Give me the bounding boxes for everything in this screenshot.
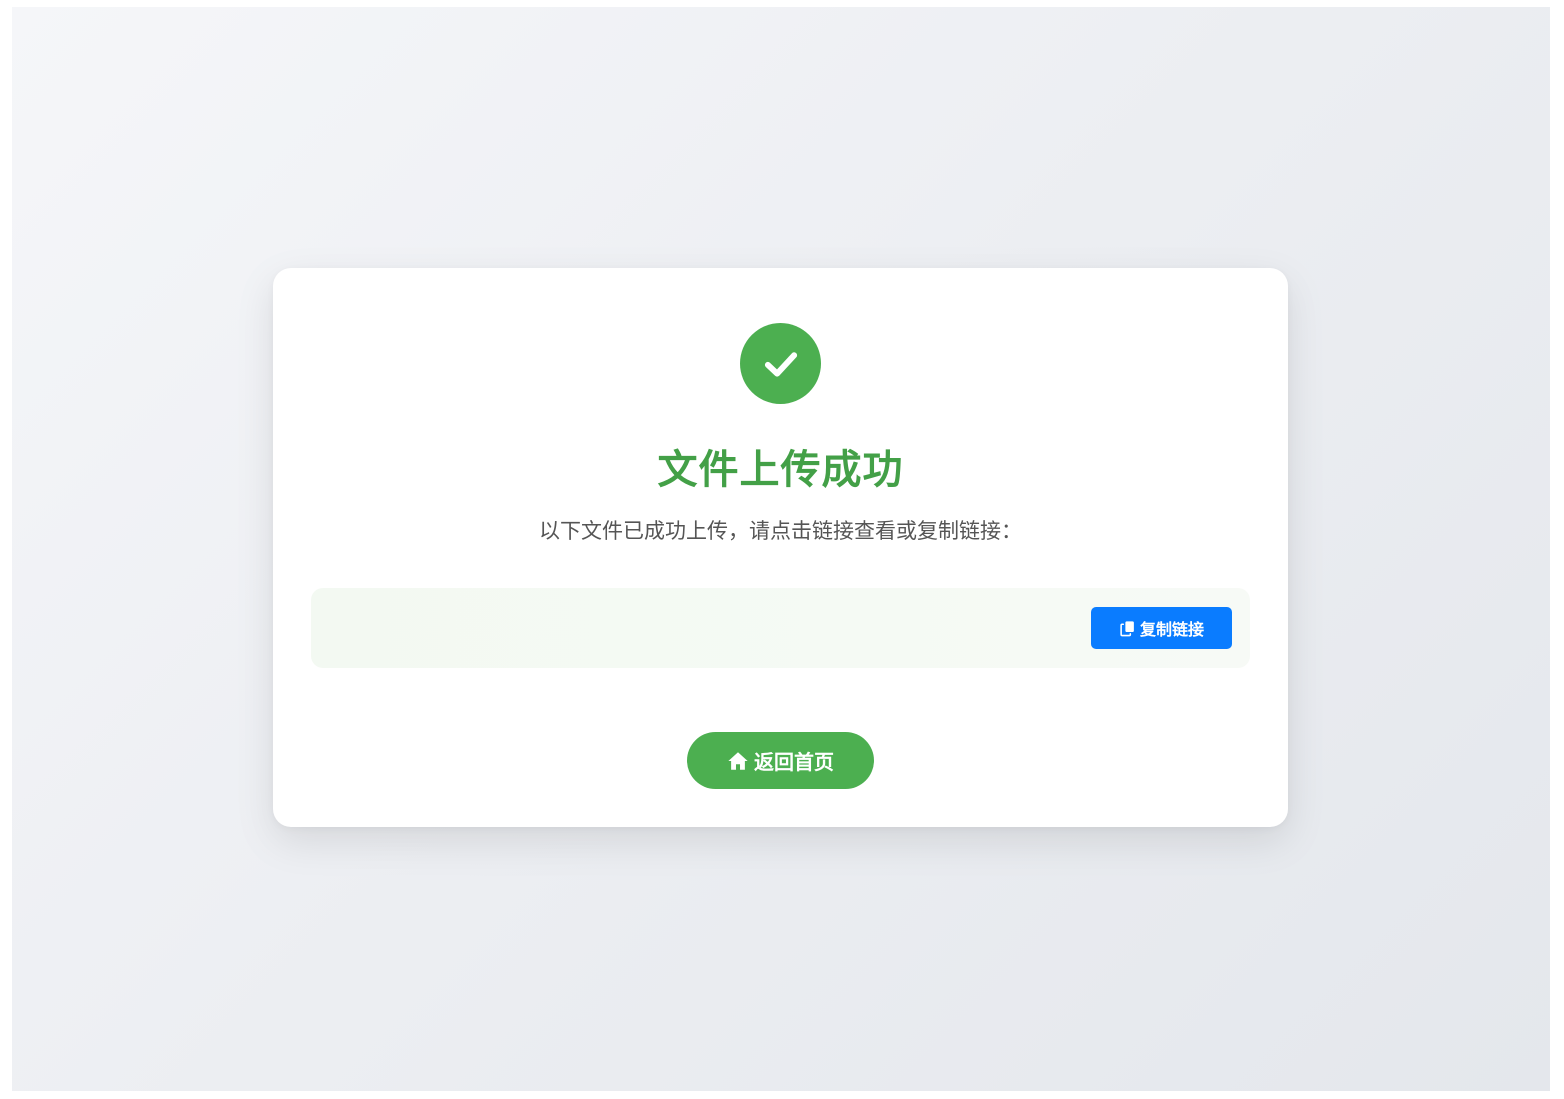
file-link-box: 复制链接 — [311, 588, 1250, 668]
copy-link-button[interactable]: 复制链接 — [1091, 607, 1232, 649]
back-home-button[interactable]: 返回首页 — [687, 732, 874, 789]
check-circle-icon — [740, 323, 821, 404]
copy-link-label: 复制链接 — [1139, 620, 1204, 639]
back-home-label: 返回首页 — [754, 750, 834, 774]
upload-success-card: 文件上传成功 以下文件已成功上传，请点击链接查看或复制链接： 复制链接 返回首页 — [273, 268, 1288, 827]
page-title: 文件上传成功 — [657, 447, 904, 493]
home-icon — [728, 751, 748, 770]
page-subtitle: 以下文件已成功上传，请点击链接查看或复制链接： — [539, 519, 1022, 543]
file-link[interactable] — [331, 614, 1071, 642]
checkmark-icon — [764, 351, 797, 377]
page-background: 文件上传成功 以下文件已成功上传，请点击链接查看或复制链接： 复制链接 返回首页 — [12, 7, 1550, 1091]
copy-icon — [1120, 620, 1134, 636]
